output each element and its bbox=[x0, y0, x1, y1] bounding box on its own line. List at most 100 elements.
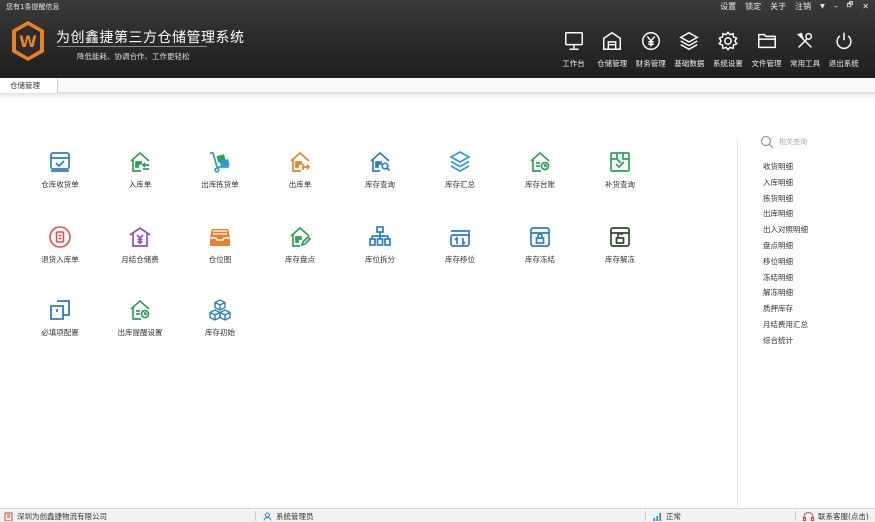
user-name: 系统管理员 bbox=[276, 512, 314, 521]
toolbar-label: 工作台 bbox=[562, 59, 585, 68]
module-outbound[interactable]: 出库单 bbox=[260, 150, 340, 190]
toolbar-exit[interactable]: 退出系统 bbox=[824, 30, 863, 69]
warehouse-icon bbox=[603, 31, 622, 50]
module-stock-init[interactable]: 库存初始 bbox=[180, 298, 260, 338]
outbound-house-icon bbox=[290, 151, 311, 172]
quick-link[interactable]: 移位明细 bbox=[763, 254, 808, 270]
toolbar-warehouse[interactable]: 仓储管理 bbox=[593, 30, 632, 69]
user-icon bbox=[263, 512, 272, 521]
quick-link[interactable]: 出库明细 bbox=[763, 206, 808, 222]
module-monthly-fee[interactable]: 月结仓储费 bbox=[100, 225, 180, 265]
close-button[interactable]: ✕ bbox=[862, 2, 869, 11]
gear-icon bbox=[718, 31, 738, 51]
settings-link[interactable]: 设置 bbox=[720, 1, 736, 12]
logout-link[interactable]: 注销 bbox=[795, 1, 811, 12]
hand-truck-icon bbox=[210, 152, 230, 173]
toolbar-label: 基础数据 bbox=[674, 59, 705, 68]
module-stock-summary[interactable]: 库存汇总 bbox=[420, 150, 500, 190]
search-placeholder: 相关查询 bbox=[779, 138, 807, 146]
quick-link[interactable]: 盘点明细 bbox=[763, 238, 808, 254]
quick-link[interactable]: 综合统计 bbox=[763, 333, 808, 349]
related-search[interactable]: 相关查询 bbox=[760, 135, 807, 149]
module-label: 库存台账 bbox=[525, 180, 555, 189]
quick-link[interactable]: 收货明细 bbox=[763, 159, 808, 175]
module-label: 库存移位 bbox=[445, 255, 475, 264]
quick-link[interactable]: 出入对照明细 bbox=[763, 222, 808, 238]
module-label: 出库单 bbox=[288, 180, 312, 189]
tab-shadow bbox=[0, 93, 875, 99]
monthly-fee-icon bbox=[129, 226, 151, 247]
toolbar-label: 文件管理 bbox=[751, 59, 782, 68]
status-company: 深圳为创鑫捷物流有限公司 bbox=[4, 511, 107, 522]
quick-link[interactable]: 月结费用汇总 bbox=[763, 317, 808, 333]
quick-link[interactable]: 冻结明细 bbox=[763, 270, 808, 286]
module-label: 入库单 bbox=[128, 180, 152, 189]
module-inbound[interactable]: 入库单 bbox=[100, 150, 180, 190]
module-label: 库存汇总 bbox=[445, 180, 475, 189]
module-stock-ledger[interactable]: 库存台账 bbox=[500, 150, 580, 190]
tools-icon bbox=[796, 32, 813, 48]
tray-icon bbox=[210, 229, 230, 246]
module-required-config[interactable]: 必填项配置 bbox=[20, 298, 100, 338]
module-stock-freeze[interactable]: 库存冻结 bbox=[500, 225, 580, 265]
module-stock-transfer[interactable]: 库存移位 bbox=[420, 225, 500, 265]
dropdown-icon[interactable]: ▼ bbox=[820, 3, 825, 10]
monitor-icon bbox=[564, 32, 583, 50]
module-label: 仓库收货单 bbox=[41, 180, 79, 189]
headset-icon bbox=[803, 512, 814, 521]
status-connection: 正常 bbox=[653, 511, 681, 522]
module-label: 库存解冻 bbox=[605, 255, 635, 264]
about-link[interactable]: 关于 bbox=[770, 1, 786, 12]
restore-button[interactable]: 🗗 bbox=[847, 1, 854, 12]
quick-link[interactable]: 入库明细 bbox=[763, 175, 808, 191]
status-separator bbox=[255, 511, 256, 521]
module-receipt[interactable]: 仓库收货单 bbox=[20, 150, 100, 190]
status-separator bbox=[795, 511, 796, 521]
notice-link[interactable]: 您有1条提醒信息 bbox=[6, 2, 59, 12]
module-picking[interactable]: 出库拣货单 bbox=[180, 150, 260, 190]
toolbar-settings[interactable]: 系统设置 bbox=[709, 30, 748, 69]
quick-link[interactable]: 解冻明细 bbox=[763, 285, 808, 301]
connection-status: 正常 bbox=[666, 512, 681, 521]
toolbar-finance[interactable]: 财务管理 bbox=[631, 30, 670, 69]
transfer-icon bbox=[450, 230, 470, 247]
app-subtitle: 降低能耗、协调合作、工作更轻松 bbox=[77, 52, 190, 61]
module-outbound-reminder[interactable]: 出库提醒设置 bbox=[100, 298, 180, 338]
module-stock-query[interactable]: 库存查询 bbox=[340, 150, 420, 190]
module-stock-unfreeze[interactable]: 库存解冻 bbox=[580, 225, 660, 265]
return-icon bbox=[49, 226, 71, 248]
module-label: 出库提醒设置 bbox=[117, 328, 163, 337]
hierarchy-icon bbox=[369, 226, 391, 246]
module-label: 月结仓储费 bbox=[121, 255, 159, 264]
toolbar-basedata[interactable]: 基础数据 bbox=[670, 30, 709, 69]
toolbar-workbench[interactable]: 工作台 bbox=[554, 30, 593, 69]
module-label: 库存查询 bbox=[365, 180, 395, 189]
building-icon bbox=[4, 512, 13, 521]
signal-icon bbox=[653, 513, 662, 521]
main-toolbar: 工作台 仓储管理 财务管理 基础数据 系统设置 文件管理 常用工具 退出系统 bbox=[554, 30, 863, 69]
support-label: 联系客服(点击) bbox=[818, 512, 869, 521]
module-return-inbound[interactable]: 退货入库单 bbox=[20, 225, 100, 265]
quick-link[interactable]: 质押库存 bbox=[763, 301, 808, 317]
replenish-icon bbox=[610, 152, 630, 172]
quick-link[interactable]: 拣货明细 bbox=[763, 191, 808, 207]
module-location-map[interactable]: 仓位图 bbox=[180, 225, 260, 265]
svg-text:W: W bbox=[19, 32, 37, 51]
tab-warehouse-management[interactable]: 仓储管理 bbox=[0, 78, 58, 93]
app-title: 为创鑫捷第三方仓储管理系统 bbox=[56, 30, 245, 46]
module-replenish[interactable]: 补货查询 bbox=[580, 150, 660, 190]
toolbar-label: 系统设置 bbox=[712, 59, 743, 68]
module-label: 库存盘点 bbox=[285, 255, 315, 264]
folder-icon bbox=[757, 33, 776, 49]
toolbar-files[interactable]: 文件管理 bbox=[747, 30, 786, 69]
stack-icon bbox=[449, 151, 471, 172]
minimize-button[interactable]: – bbox=[834, 2, 838, 11]
title-divider bbox=[57, 46, 207, 47]
lock-link[interactable]: 锁定 bbox=[745, 1, 761, 12]
support-link[interactable]: 联系客服(点击) bbox=[803, 511, 869, 522]
side-divider bbox=[737, 140, 738, 505]
module-stocktake[interactable]: 库存盘点 bbox=[260, 225, 340, 265]
module-location-split[interactable]: 库位拆分 bbox=[340, 225, 420, 265]
toolbar-tools[interactable]: 常用工具 bbox=[786, 30, 825, 69]
reminder-house-icon bbox=[130, 299, 150, 320]
